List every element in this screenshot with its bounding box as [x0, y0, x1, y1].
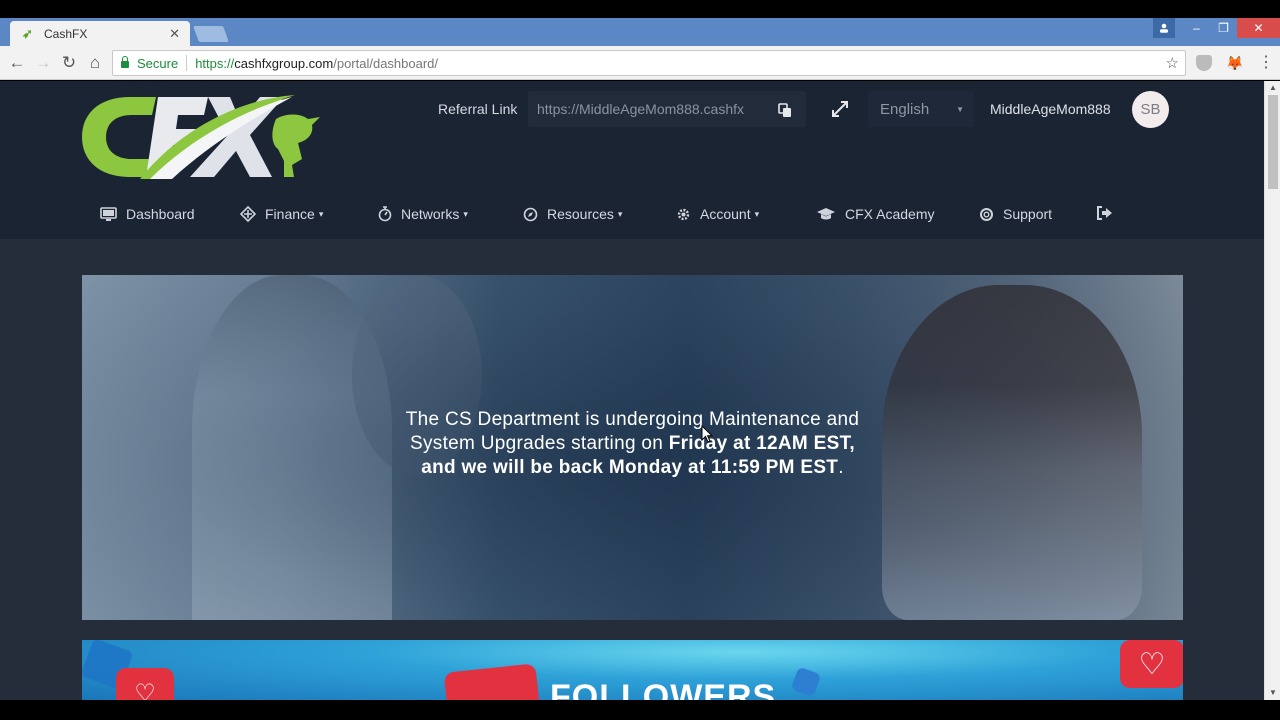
logout-button[interactable]	[1096, 206, 1122, 220]
forward-icon[interactable]: →	[33, 53, 53, 73]
browser-menu-icon[interactable]: ⋮	[1258, 52, 1274, 72]
new-tab-button[interactable]	[193, 26, 229, 42]
nav-resources[interactable]: Resources ▾	[523, 206, 622, 222]
message-return-time: and we will be back Monday at 11:59 PM E…	[421, 457, 839, 478]
scroll-down-arrow-icon[interactable]: ▼	[1265, 686, 1280, 700]
username[interactable]: MiddleAgeMom888	[990, 101, 1111, 117]
language-select[interactable]: English ▼	[868, 91, 974, 127]
profile-icon[interactable]	[1153, 18, 1175, 38]
notification-tile-icon	[443, 663, 541, 700]
copy-icon[interactable]	[777, 102, 793, 118]
nav-networks-label: Networks	[401, 206, 460, 222]
site-header: Referral Link https://MiddleAgeMom888.ca…	[0, 81, 1264, 239]
chevron-down-icon: ▾	[463, 208, 468, 219]
chevron-down-icon: ▾	[617, 208, 623, 219]
cfx-logo[interactable]	[80, 89, 322, 181]
message-period: .	[838, 457, 844, 478]
nav-support-label: Support	[1003, 206, 1053, 222]
message-line-1: The CS Department is undergoing Maintena…	[405, 409, 860, 430]
followers-promo-banner[interactable]: ♡ FOLLOWERS ♡	[82, 640, 1183, 700]
close-window-button[interactable]: ✕	[1237, 18, 1280, 38]
networks-icon	[378, 206, 392, 222]
referral-link-field[interactable]: https://MiddleAgeMom888.cashfx	[528, 91, 806, 127]
language-value: English	[880, 100, 930, 118]
window-controls: – ❐ ✕	[1153, 18, 1280, 40]
browser-tab[interactable]: ➶ CashFX ✕	[10, 21, 190, 46]
chevron-down-icon: ▾	[754, 208, 760, 219]
thumbs-up-icon	[790, 666, 822, 698]
nav-account[interactable]: Account ▾	[676, 206, 759, 222]
compass-icon	[523, 207, 538, 221]
main-nav: Dashboard Finance ▾ Networks ▾ Resources…	[0, 193, 1264, 239]
url-scheme: https://	[195, 55, 235, 71]
heart-icon: ♡	[1120, 640, 1183, 688]
promo-title: FOLLOWERS	[550, 678, 777, 700]
gear-icon	[677, 208, 690, 220]
maintenance-message: The CS Department is undergoing Maintena…	[82, 408, 1183, 480]
page-scrollbar[interactable]: ▲ ▼	[1264, 81, 1280, 700]
message-line-3: and we will be back Monday at 11:59 PM E…	[82, 456, 1183, 480]
metamask-fox-icon[interactable]: 🦊	[1226, 55, 1243, 71]
message-line-2-text: System Upgrades starting on	[410, 433, 669, 454]
scroll-up-arrow-icon[interactable]: ▲	[1265, 81, 1280, 95]
secure-label: Secure	[137, 55, 179, 71]
back-icon[interactable]: ←	[7, 53, 27, 73]
avatar[interactable]: SB	[1132, 91, 1169, 128]
nav-networks[interactable]: Networks ▾	[378, 206, 468, 222]
tab-title: CashFX	[44, 26, 88, 41]
close-tab-icon[interactable]: ✕	[169, 26, 180, 42]
nav-finance[interactable]: Finance ▾	[240, 206, 323, 222]
minimize-button[interactable]: –	[1183, 18, 1210, 38]
heart-icon: ♡	[116, 668, 174, 700]
nav-support[interactable]: Support	[979, 206, 1052, 222]
fullscreen-expand-icon[interactable]	[830, 99, 850, 119]
scrollbar-thumb[interactable]	[1268, 95, 1278, 189]
message-line-2: System Upgrades starting on Friday at 12…	[82, 432, 1183, 456]
shield-extension-icon[interactable]	[1196, 55, 1212, 71]
page-viewport: Referral Link https://MiddleAgeMom888.ca…	[0, 81, 1264, 700]
nav-resources-label: Resources	[547, 206, 614, 222]
nav-account-label: Account	[700, 206, 751, 222]
chevron-down-icon: ▾	[318, 208, 324, 219]
nav-dashboard[interactable]: Dashboard	[100, 206, 195, 222]
finance-icon	[240, 206, 256, 222]
url-path: /portal/dashboard/	[333, 55, 439, 71]
restore-button[interactable]: ❐	[1210, 18, 1237, 38]
referral-link-label: Referral Link	[438, 101, 518, 117]
browser-toolbar: ← → ↻ ⌂ Secure https:// cashfxgroup.com …	[0, 46, 1280, 80]
bookmark-star-icon[interactable]: ☆	[1166, 54, 1179, 72]
address-bar[interactable]: Secure https:// cashfxgroup.com /portal/…	[112, 50, 1186, 76]
maintenance-banner: The CS Department is undergoing Maintena…	[82, 275, 1183, 620]
message-start-time: Friday at 12AM EST,	[668, 433, 855, 454]
nav-cfx-academy[interactable]: CFX Academy	[816, 206, 934, 222]
lifebuoy-icon	[980, 207, 993, 221]
reload-icon[interactable]: ↻	[59, 53, 79, 73]
url-host: cashfxgroup.com	[234, 55, 334, 71]
home-icon[interactable]: ⌂	[85, 53, 105, 73]
monitor-icon	[100, 206, 117, 221]
graduation-cap-icon	[817, 207, 835, 219]
nav-cfx-academy-label: CFX Academy	[845, 206, 935, 222]
omnibox-divider	[186, 55, 188, 71]
tab-bar: ➶ CashFX ✕	[0, 18, 1280, 46]
nav-dashboard-label: Dashboard	[126, 206, 195, 222]
lock-icon	[121, 56, 129, 68]
nav-finance-label: Finance	[265, 206, 315, 222]
logout-icon	[1097, 206, 1112, 220]
screen-bottom-edge	[0, 700, 1280, 720]
cashfx-favicon-icon: ➶	[22, 25, 33, 41]
mouse-cursor-icon	[701, 425, 713, 443]
screen-top-edge	[0, 0, 1280, 18]
caret-down-icon: ▼	[956, 105, 964, 114]
